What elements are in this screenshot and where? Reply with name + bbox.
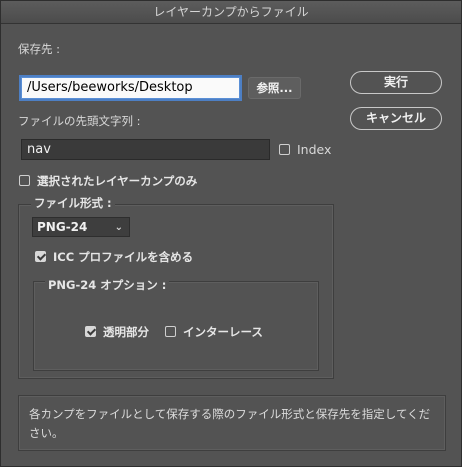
run-button[interactable]: 実行 (350, 71, 442, 94)
chevron-down-icon: ⌄ (114, 222, 123, 233)
browse-button[interactable]: 参照... (248, 77, 301, 99)
icc-profile-label: ICC プロファイルを含める (53, 250, 194, 264)
window-title: レイヤーカンプからファイル (1, 1, 461, 24)
interlace-checkbox[interactable] (165, 326, 176, 337)
prefix-input[interactable]: nav (21, 139, 270, 160)
cancel-button[interactable]: キャンセル (350, 107, 442, 130)
index-label: Index (297, 142, 332, 157)
destination-input[interactable]: /Users/beeworks/Desktop (21, 77, 240, 99)
destination-label: 保存先 : (18, 42, 61, 56)
file-type-group-label: ファイル形式 : (31, 195, 115, 211)
png-options-group (33, 281, 319, 371)
description-box: 各カンプをファイルとして保存する際のファイル形式と保存先を指定してください。 (18, 395, 446, 451)
selected-only-label: 選択されたレイヤーカンプのみ (37, 174, 198, 188)
selected-only-checkbox[interactable] (19, 175, 30, 186)
index-checkbox[interactable] (279, 144, 290, 155)
file-type-selected-value: PNG-24 (37, 220, 88, 234)
prefix-label: ファイルの先頭文字列 : (18, 114, 141, 128)
description-text: 各カンプをファイルとして保存する際のファイル形式と保存先を指定してください。 (29, 407, 431, 440)
interlace-label: インターレース (183, 325, 263, 339)
transparency-label: 透明部分 (103, 325, 149, 339)
file-type-select[interactable]: PNG-24 ⌄ (32, 217, 130, 237)
icc-profile-checkbox[interactable] (35, 251, 46, 262)
png-options-group-label: PNG-24 オプション : (45, 277, 170, 293)
layer-comps-to-files-dialog: レイヤーカンプからファイル 保存先 : /Users/beeworks/Desk… (0, 0, 462, 467)
transparency-checkbox[interactable] (85, 326, 96, 337)
